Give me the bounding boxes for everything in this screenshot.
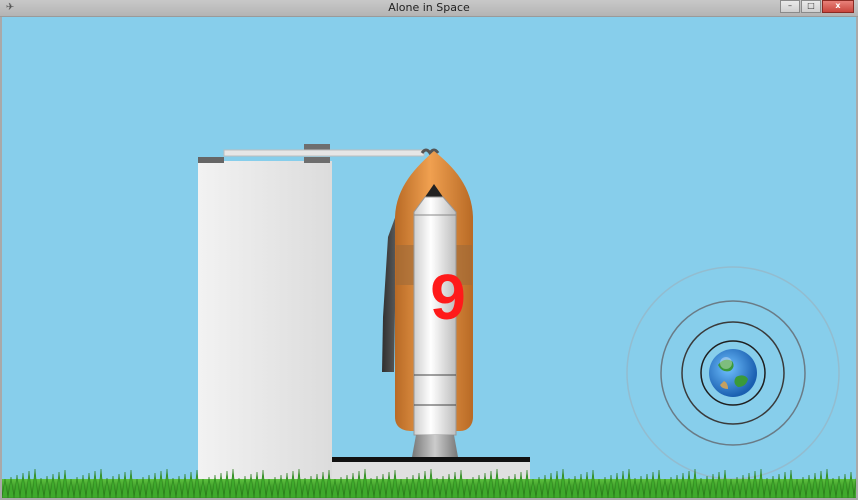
booster-nozzle	[412, 435, 458, 457]
earth-icon	[709, 349, 757, 397]
game-scene: 9	[2, 144, 856, 498]
game-canvas[interactable]: 9	[2, 17, 856, 498]
title-bar: ✈ Alone in Space – □ x	[0, 0, 858, 17]
tower-arm	[223, 149, 425, 157]
close-button[interactable]: x	[822, 0, 854, 13]
window-controls: – □ x	[779, 0, 854, 13]
tower-cap-left	[198, 157, 224, 163]
minimize-button[interactable]: –	[780, 0, 800, 13]
tower-body	[198, 161, 332, 481]
maximize-button[interactable]: □	[801, 0, 821, 13]
launch-pad-top	[332, 457, 530, 462]
window-title: Alone in Space	[388, 1, 470, 14]
orbit-indicator	[626, 266, 840, 480]
countdown-number: 9	[430, 261, 466, 333]
orbiter	[382, 215, 396, 372]
tower-cap-right-lower	[304, 157, 330, 163]
